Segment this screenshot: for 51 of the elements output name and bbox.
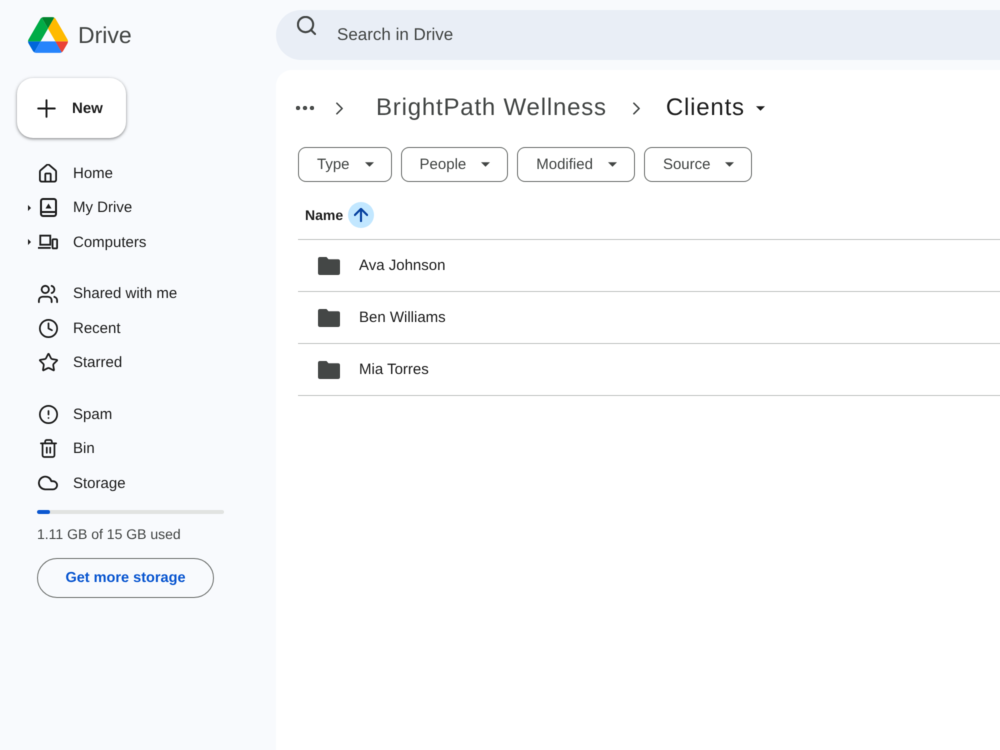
chevron-right-icon [632, 102, 640, 114]
nav-item[interactable]: Spam [12, 397, 260, 432]
plus-icon [37, 98, 56, 118]
filter-dropdown[interactable]: Modified [517, 147, 635, 182]
caret-down-icon [725, 162, 734, 167]
home-icon [39, 164, 57, 183]
new-button[interactable]: New [17, 78, 126, 138]
nav-item[interactable]: Shared with me [12, 276, 260, 311]
folder-row[interactable]: Mia Torres [298, 344, 1000, 396]
nav-item[interactable]: My Drive [12, 190, 260, 225]
caret-down-icon [608, 162, 617, 167]
filter-dropdown[interactable]: People [400, 147, 508, 182]
search-field[interactable]: Search in Drive [276, 10, 1000, 60]
nav-item[interactable]: Storage [12, 466, 260, 500]
folder-icon [318, 360, 340, 378]
trash-icon [40, 439, 56, 458]
search-icon [297, 16, 316, 34]
caret-right-icon[interactable] [28, 204, 31, 211]
folder-row[interactable]: Ben Williams [298, 292, 1000, 344]
caret-down-icon [756, 106, 765, 110]
folder-icon [318, 308, 340, 326]
breadcrumb-item[interactable]: Clients [656, 90, 775, 126]
get-storage-button[interactable]: Get more storage [37, 558, 214, 598]
caret-down-icon [481, 162, 490, 167]
nav-item[interactable]: Recent [12, 311, 260, 346]
app-name: Drive [78, 24, 132, 46]
star-icon [38, 353, 58, 372]
nav-item[interactable]: Computers [12, 225, 260, 260]
nav-item[interactable]: Home [12, 156, 260, 190]
folder-name: Mia Torres [359, 361, 429, 378]
chevron-right-icon [336, 102, 343, 114]
nav-item[interactable]: Starred [12, 346, 260, 380]
breadcrumb-item[interactable]: BrightPath Wellness [366, 90, 617, 126]
column-header[interactable]: Name [298, 202, 374, 228]
drive-box-icon [40, 198, 56, 218]
filter-dropdown[interactable]: Source [644, 147, 752, 182]
folder-icon [318, 256, 340, 274]
folder-name: Ben Williams [359, 309, 446, 326]
exclamation-circle-icon [38, 404, 58, 424]
triangle-logo-icon [28, 17, 68, 53]
caret-right-icon[interactable] [28, 239, 31, 246]
storage-usage: 1.11 GB of 15 GB used [37, 524, 182, 544]
clock-icon [38, 318, 58, 338]
people-icon [38, 284, 58, 304]
cloud-icon [38, 475, 58, 492]
folder-name: Ava Johnson [359, 257, 446, 274]
filter-dropdown[interactable]: Type [298, 147, 392, 182]
folder-row[interactable]: Ava Johnson [298, 240, 1000, 292]
nav-item[interactable]: Bin [12, 432, 260, 466]
devices-icon [38, 234, 58, 250]
caret-down-icon [364, 162, 374, 167]
